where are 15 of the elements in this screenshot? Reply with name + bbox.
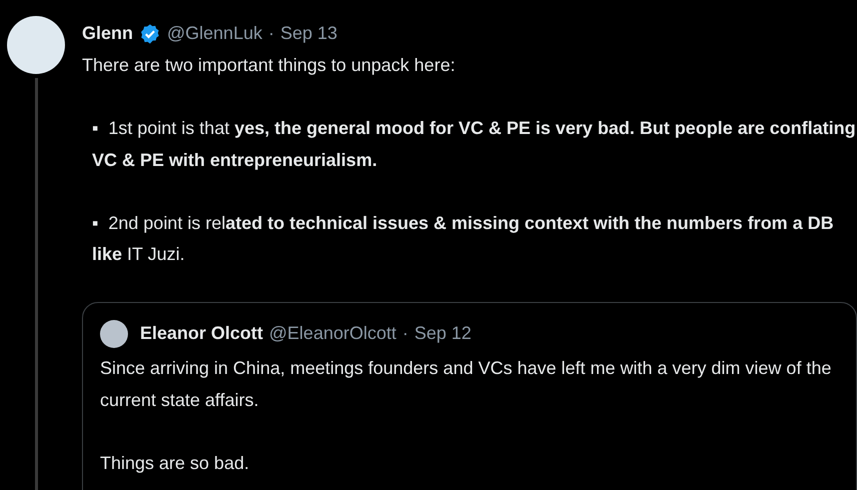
author-handle[interactable]: @EleanorOlcott <box>269 318 396 350</box>
tweet-text: There are two important things to unpack here: <box>82 54 456 77</box>
quoted-tweet-text: Things are so bad. <box>100 452 250 472</box>
quoted-tweet-text: Since arriving in China, meetings founders and VCs have left me with a very dim view of the current state affairs. <box>100 358 832 410</box>
tweet-text: ▪ 2nd point is related to technical issues & missing context with the numbers from a DB like IT Juzi. <box>91 212 835 266</box>
separator-dot: · <box>268 22 274 46</box>
tweet-date[interactable]: Sep 13 <box>280 18 338 50</box>
author-name[interactable]: Eleanor Olcott <box>140 318 264 350</box>
author-name[interactable]: Glenn <box>82 18 134 50</box>
avatar[interactable] <box>100 320 128 348</box>
author-handle[interactable]: @GlennLuk <box>167 18 262 50</box>
separator-dot: · <box>402 322 408 346</box>
quoted-tweet-card[interactable]: Eleanor Olcott @EleanorOlcott · Sep 12 Since arriving in China, meetings founders and VCs have left me with a very dim view of the current state affairs. Things are so bad. <box>82 302 857 490</box>
tweet-date[interactable]: Sep 12 <box>414 318 472 350</box>
tweet-text: ▪ 1st point is that yes, the general mood for VC & PE is very bad. But people are conflating VC & PE with entrepreneurialism. <box>91 117 857 172</box>
